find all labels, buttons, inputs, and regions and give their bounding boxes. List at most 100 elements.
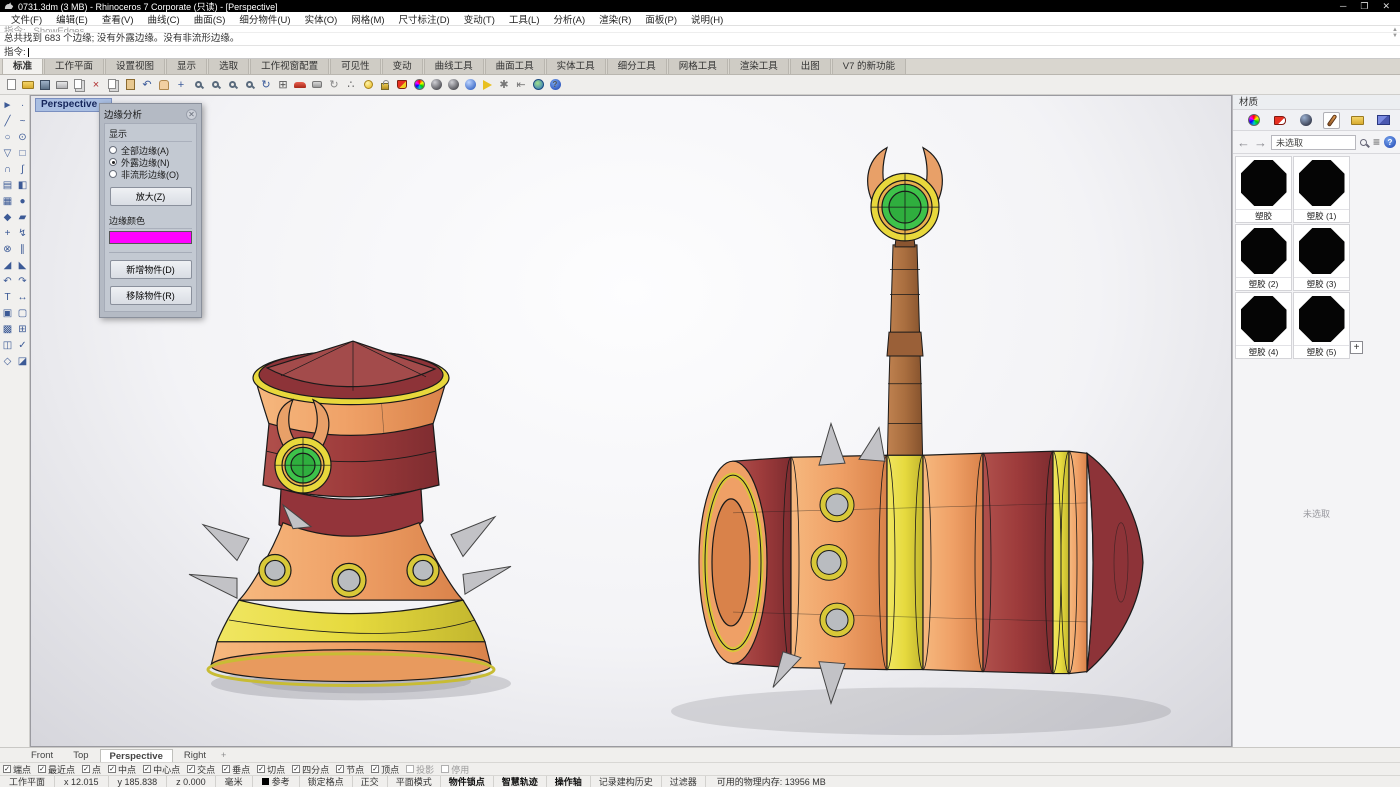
material-sphere-tab-icon[interactable] [1297, 112, 1314, 129]
split-icon[interactable]: ∥ [15, 241, 30, 257]
menu-item[interactable]: 变动(T) [457, 12, 502, 26]
box-icon[interactable]: ▦ [0, 193, 15, 209]
command-area[interactable]: 指令: _ShowEdges 总共找到 683 个边缘; 没有外露边缘。没有非流… [0, 26, 1400, 59]
close-button[interactable]: ✕ [1382, 2, 1390, 11]
undo-icon[interactable]: ↶ [139, 77, 155, 93]
material-item[interactable]: 塑胶 (2) [1235, 224, 1292, 291]
array-icon[interactable]: ⊞ [15, 321, 30, 337]
material-item[interactable]: 塑胶 (3) [1293, 224, 1350, 291]
restore-button[interactable]: ❐ [1360, 2, 1368, 11]
surface-corner-icon[interactable]: ◧ [15, 177, 30, 193]
explode-icon[interactable]: ↯ [15, 225, 30, 241]
new-viewport-tab-icon[interactable]: + [217, 750, 230, 760]
properties-icon[interactable] [71, 77, 87, 93]
zoom-selected-icon[interactable] [241, 77, 257, 93]
viewport-tab-front[interactable]: Front [22, 749, 62, 762]
osnap-toggle[interactable]: ✓垂点 [222, 763, 250, 776]
status-toggle[interactable]: 物件锁点 [441, 776, 494, 787]
material-item[interactable]: 塑胶 (1) [1293, 156, 1350, 223]
edge-radio-option[interactable]: 非流形边缘(O) [109, 168, 192, 180]
osnap-toggle[interactable]: 投影 [406, 763, 434, 776]
osnap-toggle[interactable]: ✓点 [82, 763, 101, 776]
polyline-icon[interactable]: ╱ [0, 113, 15, 129]
sphere-icon[interactable]: ● [15, 193, 30, 209]
perspective-viewport[interactable]: Perspective ▾ [30, 95, 1232, 747]
lamp-icon[interactable] [360, 77, 376, 93]
status-toggle[interactable]: 记录建构历史 [591, 776, 662, 787]
viewport-tab-right[interactable]: Right [175, 749, 215, 762]
brush-tab-icon[interactable] [1323, 112, 1340, 129]
open-file-icon[interactable] [20, 77, 36, 93]
rendered-viewport-icon[interactable] [445, 77, 461, 93]
menu-item[interactable]: 文件(F) [4, 12, 49, 26]
rotate-view-icon[interactable]: ↻ [258, 77, 274, 93]
hamburger-menu-icon[interactable]: ≡ [1373, 135, 1380, 149]
blend-curve-icon[interactable]: ↶ [0, 273, 15, 289]
osnap-points-icon[interactable]: ∴ [343, 77, 359, 93]
menu-item[interactable]: 细分物件(U) [232, 12, 297, 26]
boolean-union-icon[interactable]: + [0, 225, 15, 241]
command-scroll-arrows[interactable]: ▲▼ [1392, 27, 1398, 39]
menu-item[interactable]: 分析(A) [547, 12, 593, 26]
arc-icon[interactable]: ∩ [0, 161, 15, 177]
chamfer-icon[interactable]: ◣ [15, 257, 30, 273]
options-gear-icon[interactable]: ✱ [496, 77, 512, 93]
move-icon[interactable]: + [173, 77, 189, 93]
shaded-viewport-icon[interactable] [428, 77, 444, 93]
visibility-toggle-icon[interactable]: ◪ [15, 353, 30, 369]
help-icon[interactable]: ? [547, 77, 563, 93]
menu-item[interactable]: 曲线(C) [140, 12, 186, 26]
offset-icon[interactable]: ↷ [15, 273, 30, 289]
texture-image-tab-icon[interactable] [1375, 112, 1392, 129]
history-icon[interactable]: ⇤ [513, 77, 529, 93]
trim-icon[interactable]: ⊗ [0, 241, 15, 257]
edge-radio-option[interactable]: 外露边缘(N) [109, 156, 192, 168]
hide-object-icon[interactable] [309, 77, 325, 93]
layer-indicator[interactable]: 参考 [253, 776, 300, 787]
menu-item[interactable]: 渲染(R) [592, 12, 638, 26]
zoom-dynamic-icon[interactable] [190, 77, 206, 93]
forward-arrow-icon[interactable]: → [1254, 136, 1267, 149]
material-item[interactable]: 塑胶 (4) [1235, 292, 1292, 359]
color-wheel-tab-icon[interactable] [1245, 112, 1262, 129]
zoom-extents-icon[interactable] [224, 77, 240, 93]
edge-analysis-dialog[interactable]: 边缘分析 ✕ 显示 全部边缘(A)外露边缘(N)非流形边缘(O) 放大(Z) 边… [99, 103, 202, 318]
ellipse-icon[interactable]: ⊙ [15, 129, 30, 145]
dimension-icon[interactable]: ↔ [15, 289, 30, 305]
menu-item[interactable]: 工具(L) [502, 12, 547, 26]
sun-icon[interactable] [479, 77, 495, 93]
save-file-icon[interactable] [37, 77, 53, 93]
delete-icon[interactable]: × [88, 77, 104, 93]
group-icon[interactable]: ▢ [15, 305, 30, 321]
lock-icon[interactable] [377, 77, 393, 93]
control-point-curve-icon[interactable]: ~ [15, 113, 30, 129]
menu-item[interactable]: 说明(H) [684, 12, 730, 26]
model-render[interactable] [31, 96, 1231, 746]
panel-help-icon[interactable]: ? [1384, 136, 1396, 148]
minimize-button[interactable]: ─ [1340, 2, 1346, 11]
freeform-curve-icon[interactable]: ∫ [15, 161, 30, 177]
status-toggle[interactable]: 正交 [353, 776, 388, 787]
status-toggle[interactable]: 过滤器 [662, 776, 706, 787]
new-file-icon[interactable] [3, 77, 19, 93]
edge-color-swatch[interactable] [109, 231, 192, 244]
raytraced-viewport-icon[interactable] [462, 77, 478, 93]
menu-item[interactable]: 曲面(S) [187, 12, 233, 26]
color-wheel-icon[interactable] [411, 77, 427, 93]
osnap-toggle[interactable]: ✓顶点 [371, 763, 399, 776]
block-icon[interactable]: ▣ [0, 305, 15, 321]
remove-objects-button[interactable]: 移除物件(R) [110, 286, 192, 305]
menu-item[interactable]: 编辑(E) [49, 12, 95, 26]
osnap-toggle[interactable]: ✓切点 [257, 763, 285, 776]
sweep-icon[interactable]: ▰ [15, 209, 30, 225]
select-pointer-icon[interactable]: ► [0, 97, 15, 113]
add-material-button[interactable]: + [1350, 341, 1363, 354]
add-objects-button[interactable]: 新增物件(D) [110, 260, 192, 279]
circle-icon[interactable]: ○ [0, 129, 15, 145]
osnap-toggle[interactable]: ✓中点 [108, 763, 136, 776]
units-label[interactable]: 毫米 [216, 776, 253, 787]
viewport-tab-perspective[interactable]: Perspective [100, 749, 173, 762]
zoom-window-icon[interactable] [207, 77, 223, 93]
render-icon[interactable] [394, 77, 410, 93]
paste-icon[interactable] [122, 77, 138, 93]
